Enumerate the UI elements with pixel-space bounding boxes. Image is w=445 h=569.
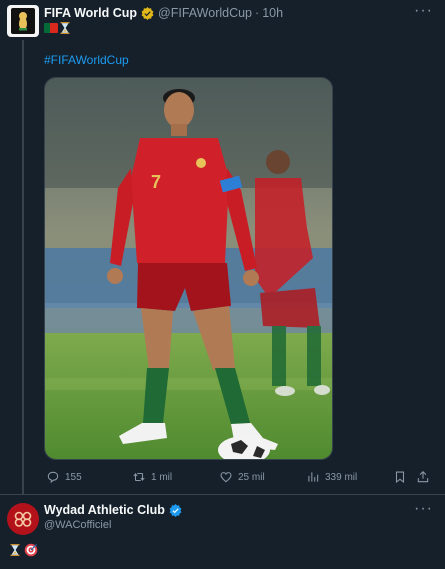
tweet-time[interactable]: 10h bbox=[262, 6, 283, 20]
like-count: 25 mil bbox=[238, 471, 265, 483]
share-icon bbox=[417, 471, 429, 483]
views-button[interactable]: 339 mil bbox=[306, 470, 357, 484]
repost-count: 1 mil bbox=[151, 471, 173, 483]
hourglass-icon bbox=[10, 544, 20, 556]
tweet-divider bbox=[0, 494, 445, 495]
hashtag-link[interactable]: #FIFAWorldCup bbox=[44, 53, 129, 67]
hourglass-icon bbox=[60, 22, 70, 34]
verified-gold-badge-icon bbox=[141, 6, 154, 20]
tweet-photo[interactable]: 7 bbox=[44, 77, 333, 460]
thread-line bbox=[22, 40, 24, 494]
reply-button[interactable]: 155 bbox=[46, 470, 82, 484]
separator-dot: · bbox=[255, 6, 260, 20]
author-handle[interactable]: @FIFAWorldCup bbox=[158, 6, 252, 20]
views-icon bbox=[308, 472, 319, 482]
repost-icon bbox=[133, 472, 145, 482]
bookmark-button[interactable] bbox=[393, 470, 407, 484]
tweet-text-emojis bbox=[44, 22, 70, 34]
wac-avatar[interactable] bbox=[7, 503, 39, 535]
photo-illustration: 7 bbox=[45, 78, 332, 459]
more-options-icon-2[interactable]: ··· bbox=[414, 500, 433, 518]
tweet-actions: 155 1 mil 25 mil 339 mil bbox=[44, 470, 429, 486]
views-count: 339 mil bbox=[325, 471, 358, 483]
wac-logo-icon bbox=[14, 511, 32, 527]
share-button[interactable] bbox=[416, 470, 430, 484]
author-name[interactable]: FIFA World Cup bbox=[44, 6, 137, 20]
author-handle-2[interactable]: @WACofficiel bbox=[44, 519, 111, 531]
reply-count: 155 bbox=[65, 471, 82, 483]
portugal-flag-icon bbox=[44, 23, 58, 33]
author-name-2[interactable]: Wydad Athletic Club bbox=[44, 503, 165, 517]
target-icon bbox=[24, 543, 38, 557]
tweet2-header: Wydad Athletic Club bbox=[44, 503, 182, 517]
more-options-icon[interactable]: ··· bbox=[414, 2, 433, 20]
fifa-avatar[interactable] bbox=[7, 5, 39, 37]
repost-button[interactable]: 1 mil bbox=[132, 470, 172, 484]
bookmark-icon bbox=[395, 471, 405, 484]
fifa-logo-icon bbox=[11, 8, 35, 34]
reply-icon bbox=[47, 471, 59, 484]
jersey-number: 7 bbox=[151, 172, 161, 192]
like-button[interactable]: 25 mil bbox=[219, 470, 265, 484]
tweet2-text-emojis bbox=[10, 543, 38, 557]
like-icon bbox=[220, 472, 232, 483]
verified-blue-badge-icon bbox=[169, 503, 182, 517]
tweet-header: FIFA World Cup @FIFAWorldCup · 10h bbox=[44, 6, 283, 20]
